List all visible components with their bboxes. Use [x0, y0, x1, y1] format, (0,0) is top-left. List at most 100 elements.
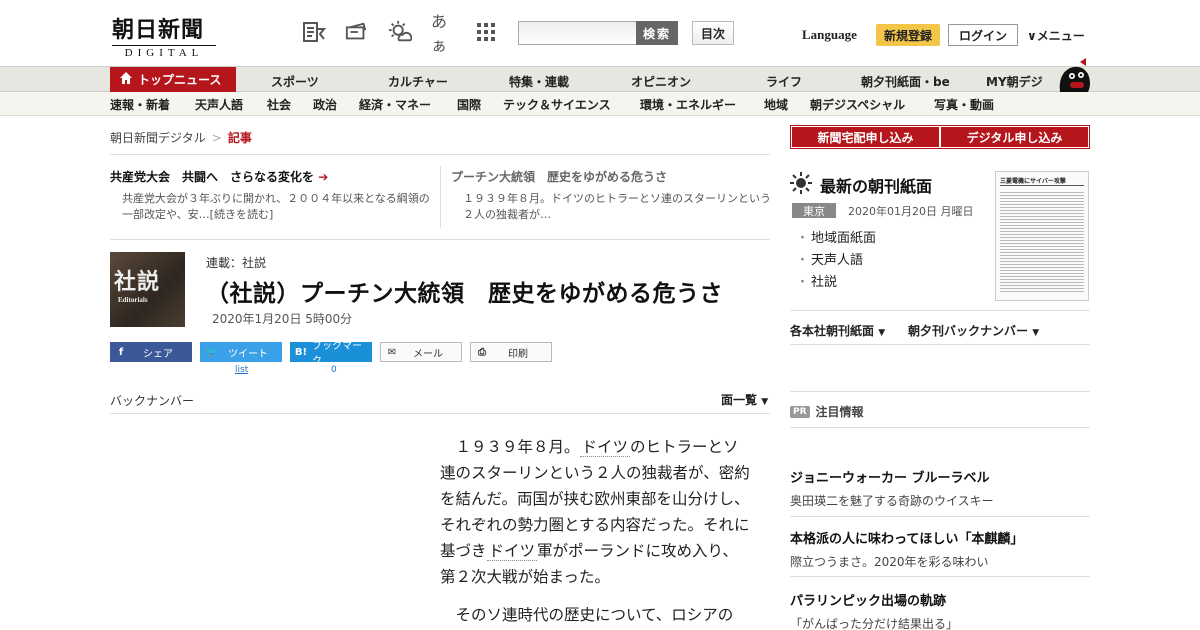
toc-button[interactable]: 目次	[692, 21, 734, 45]
regional-papers-dropdown[interactable]: 各本社朝刊紙面 ▼	[790, 322, 885, 339]
mail-button[interactable]: ✉ メール	[380, 342, 462, 362]
nav-my-asahi[interactable]: MY朝デジ	[986, 73, 1043, 90]
subnav-photo-video[interactable]: 写真・動画	[934, 96, 994, 113]
font-size-icon[interactable]: あぁ	[431, 12, 455, 55]
subnav-region[interactable]: 地域	[764, 96, 788, 113]
paper-thumbnail[interactable]: 三菱電機にサイバー攻撃	[995, 171, 1089, 301]
thumbnail-kanji: 社説	[114, 269, 161, 295]
search-input[interactable]	[518, 21, 636, 45]
sun-icon	[790, 172, 812, 198]
twitter-share-button[interactable]: 🐦 ツイート	[200, 342, 282, 362]
pr-item-subtitle: 「がんばった分だけ結果出る」	[790, 617, 959, 630]
menu-button[interactable]: ∨メニュー	[1027, 27, 1085, 44]
language-link[interactable]: Language	[802, 27, 857, 43]
keyword-link[interactable]: ドイツ	[579, 438, 631, 457]
subnav-society[interactable]: 社会	[267, 96, 291, 113]
caret-down-icon: ▼	[761, 397, 769, 407]
related-title: 共産党大会 共闘へ さらなる変化を ➔	[110, 170, 329, 184]
keyword-link[interactable]: ドイツ	[486, 542, 538, 561]
pr-badge: PR	[790, 405, 810, 418]
breadcrumb-separator: >	[211, 131, 222, 145]
subnav-politics[interactable]: 政治	[313, 96, 337, 113]
subnav-environment[interactable]: 環境・エネルギー	[640, 96, 736, 113]
breadcrumb-current: 記事	[227, 131, 252, 145]
login-button[interactable]: ログイン	[948, 24, 1018, 46]
nav-features[interactable]: 特集・連載	[509, 73, 569, 90]
search-button[interactable]: 検索	[636, 21, 678, 45]
latest-paper-heading: 最新の朝刊紙面	[790, 172, 932, 198]
paragraph: １９３９年８月。 ドイツ のヒトラーとソ連のスターリンという２人の独裁者が、密約を結…	[440, 438, 750, 586]
hatena-count[interactable]: 0	[331, 365, 337, 375]
subnav-breaking[interactable]: 速報・新着	[110, 96, 170, 113]
divider	[790, 310, 1090, 311]
subscribe-buttons: 新聞宅配申し込み デジタル申し込み	[790, 125, 1090, 149]
paper-links: 地域面紙面 天声人語 社説	[796, 228, 876, 294]
facebook-share-button[interactable]: f シェア	[110, 342, 192, 362]
digital-subscribe-button[interactable]: デジタル申し込み	[941, 127, 1088, 147]
chevron-down-icon: ∨	[1027, 29, 1037, 43]
list-item[interactable]: 社説	[796, 272, 876, 294]
main-nav: トップニュース スポーツ カルチャー 特集・連載 オピニオン ライフ 朝夕刊紙面…	[0, 66, 1200, 92]
caret-down-icon: ▼	[878, 328, 886, 338]
series-label[interactable]: 連載：社説	[206, 254, 266, 271]
nav-life[interactable]: ライフ	[766, 73, 802, 90]
divider	[110, 413, 770, 414]
pr-item-title: 本格派の人に味わってほしい「本麒麟」	[790, 532, 1024, 547]
facebook-icon: f	[118, 346, 124, 358]
nav-opinion[interactable]: オピニオン	[631, 73, 691, 90]
logo-wordmark: 朝日新聞	[112, 17, 205, 43]
subnav-economy[interactable]: 経済・マネー	[359, 96, 431, 113]
twitter-count[interactable]: list	[235, 365, 248, 375]
register-button[interactable]: 新規登録	[876, 24, 940, 46]
caret-down-icon: ▼	[1032, 328, 1040, 338]
print-button[interactable]: ⎙ 印刷	[470, 342, 552, 362]
nav-top-news[interactable]: トップニュース	[110, 67, 236, 92]
paper-thumbnail-headline: 三菱電機にサイバー攻撃	[1000, 176, 1084, 186]
pr-heading: PR 注目情報	[790, 403, 864, 420]
pr-item-subtitle: 際立つうまさ。2020年を彩る味わい	[790, 555, 989, 569]
paper-backnumber-dropdown[interactable]: 朝夕刊バックナンバー ▼	[908, 322, 1039, 339]
pr-item[interactable]: ジョニーウォーカー ブルーラベル 奥田瑛二を魅了する奇跡のウイスキー	[790, 467, 1090, 509]
pr-item-title: ジョニーウォーカー ブルーラベル	[790, 471, 990, 486]
pr-item-title: パラリンピック出場の軌跡	[790, 594, 947, 609]
hatena-bookmark-button[interactable]: B! ブックマーク	[290, 341, 372, 367]
home-icon	[120, 72, 132, 87]
editorial-thumbnail: 社説 Editorials	[110, 252, 185, 327]
subnav-tenseijingo[interactable]: 天声人語	[195, 96, 243, 113]
printer-icon: ⎙	[478, 346, 486, 358]
list-item[interactable]: 天声人語	[796, 250, 876, 272]
paper-date: 2020年01月20日 月曜日	[848, 205, 974, 218]
subnav-special[interactable]: 朝デジスペシャル	[810, 96, 905, 113]
scrap-icon[interactable]	[345, 20, 369, 44]
site-logo[interactable]: 朝日新聞 DIGITAL	[112, 12, 230, 59]
news-reader-icon[interactable]	[302, 20, 326, 44]
home-delivery-button[interactable]: 新聞宅配申し込み	[792, 127, 939, 147]
nav-sports[interactable]: スポーツ	[271, 73, 319, 90]
sub-nav: 速報・新着 天声人語 社会 政治 経済・マネー 国際 テック＆サイエンス 環境・…	[0, 92, 1200, 116]
divider	[440, 166, 441, 228]
mascot-icon[interactable]	[1056, 58, 1092, 95]
mail-icon: ✉	[387, 346, 397, 358]
pr-item[interactable]: 本格派の人に味わってほしい「本麒麟」 際立つうまさ。2020年を彩る味わい	[790, 528, 1090, 570]
divider	[790, 576, 1090, 577]
logo-subtitle: DIGITAL	[112, 45, 216, 59]
divider	[790, 516, 1090, 517]
nav-papers[interactable]: 朝夕刊紙面・be	[861, 73, 950, 90]
search-box: 検索	[518, 21, 678, 45]
subnav-international[interactable]: 国際	[457, 96, 481, 113]
pr-item[interactable]: パラリンピック出場の軌跡 「がんばった分だけ結果出る」	[790, 590, 1090, 630]
subnav-tech[interactable]: テック＆サイエンス	[503, 96, 611, 113]
backnumber-link[interactable]: バックナンバー	[110, 392, 194, 409]
article-body: １９３９年８月。 ドイツ のヒトラーとソ連のスターリンという２人の独裁者が、密約を結…	[440, 434, 750, 628]
nav-culture[interactable]: カルチャー	[388, 73, 448, 90]
breadcrumb-home[interactable]: 朝日新聞デジタル	[110, 131, 206, 145]
list-item[interactable]: 地域面紙面	[796, 228, 876, 250]
site-header: 朝日新聞 DIGITAL あぁ 検索 目次 Language 新規登録 ログイン…	[0, 0, 1200, 66]
city-badge: 東京	[792, 203, 836, 218]
page-list-dropdown[interactable]: 面一覧 ▼	[721, 391, 768, 408]
summary-title: プーチン大統領 歴史をゆがめる危うさ	[451, 170, 668, 184]
related-article[interactable]: 共産党大会 共闘へ さらなる変化を ➔ 共産党大会が３年ぶりに開かれ、２００４年…	[110, 168, 430, 223]
grid-apps-icon[interactable]	[474, 20, 498, 44]
pr-item-subtitle: 奥田瑛二を魅了する奇跡のウイスキー	[790, 494, 994, 508]
weather-icon[interactable]	[388, 20, 412, 44]
